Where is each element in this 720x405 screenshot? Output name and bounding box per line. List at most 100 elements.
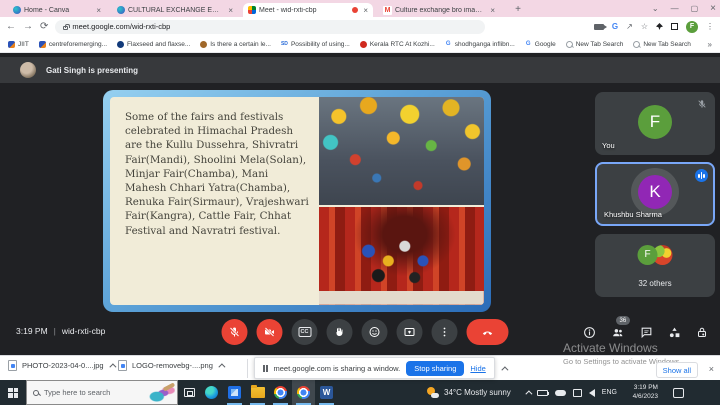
bookmark-new-tab-search-2[interactable]: New Tab Search: [633, 41, 691, 48]
taskbar-word[interactable]: W: [315, 380, 338, 405]
tab-cultural-exchange[interactable]: CULTURAL EXCHANGE EBSB APR ×: [112, 3, 238, 17]
volume-icon[interactable]: [589, 389, 595, 397]
taskbar-edge[interactable]: [200, 380, 223, 405]
tray-expand-icon[interactable]: [525, 390, 532, 397]
file-icon: [118, 360, 127, 371]
url-bar[interactable]: meet.google.com/wid-rxti-cbp: [55, 20, 485, 34]
taskbar-chrome-2[interactable]: [292, 380, 315, 405]
bookmark-star-icon[interactable]: ☆: [641, 22, 648, 31]
bookmark-possibility[interactable]: SDPossibility of using...: [281, 41, 350, 48]
network-icon[interactable]: [573, 389, 582, 397]
tab-title: Culture exchange bro images - :: [395, 7, 485, 14]
bookmarks-overflow-icon[interactable]: »: [708, 40, 712, 49]
speaking-indicator-icon: [695, 169, 708, 182]
masked-dancers-photo: [319, 207, 484, 305]
meeting-info: 3:19 PM | wid-rxti-cbp: [16, 326, 105, 336]
bookmark-label: centreforemerging...: [49, 41, 107, 48]
avatar: K: [638, 175, 672, 209]
pause-icon[interactable]: [263, 365, 268, 372]
google-icon[interactable]: G: [612, 22, 618, 31]
language-indicator[interactable]: ENG: [602, 389, 617, 396]
captions-button[interactable]: CC: [292, 319, 318, 345]
avatar: F: [638, 245, 658, 265]
separator: |: [54, 326, 56, 336]
participant-name: You: [602, 141, 615, 150]
stop-sharing-button[interactable]: Stop sharing: [406, 361, 464, 376]
menu-dots-icon[interactable]: ⋮: [706, 22, 714, 31]
participant-tile-you[interactable]: F You: [595, 92, 715, 155]
task-view-button[interactable]: [178, 388, 200, 397]
taskbar-chrome-1[interactable]: [269, 380, 292, 405]
meeting-time: 3:19 PM: [16, 326, 48, 336]
download-item-logo[interactable]: LOGO-removebg-....png: [118, 360, 223, 371]
chat-button[interactable]: [640, 326, 653, 339]
tab-gmail-images[interactable]: M Culture exchange bro images - : ×: [378, 3, 500, 17]
chevron-up-icon[interactable]: [218, 363, 225, 370]
host-controls-button[interactable]: [696, 326, 708, 339]
show-all-downloads-button[interactable]: Show all: [656, 362, 698, 378]
new-tab-button[interactable]: +: [512, 4, 524, 16]
raise-hand-button[interactable]: [327, 319, 353, 345]
tab-close-icon[interactable]: ×: [361, 6, 368, 15]
search-placeholder: Type here to search: [44, 388, 110, 397]
tab-group-icon[interactable]: [671, 23, 678, 30]
close-button[interactable]: ×: [710, 3, 716, 14]
start-button[interactable]: [0, 380, 26, 405]
tab-close-icon[interactable]: ×: [226, 6, 233, 15]
bookmark-kerala-rtc[interactable]: Kerala RTC At Kozhi...: [360, 41, 435, 48]
activities-button[interactable]: [668, 326, 681, 339]
chrome-icon: [274, 386, 287, 399]
bookmark-is-there[interactable]: Is there a certain le...: [200, 41, 271, 48]
maximize-button[interactable]: ▢: [691, 4, 699, 13]
bookmark-shodhganga[interactable]: Gshodhganga inflibn...: [445, 41, 515, 48]
windows-taskbar: Type here to search W 34°C Mostly sunny …: [0, 380, 720, 405]
camera-off-button[interactable]: [257, 319, 283, 345]
bookmark-jiit[interactable]: JIIT: [8, 41, 29, 48]
edge-icon: [205, 386, 218, 399]
file-icon: [8, 360, 17, 371]
tab-canva-home[interactable]: Home - Canva ×: [8, 3, 106, 17]
tab-search-chevron-icon[interactable]: ⌄: [652, 4, 659, 13]
bookmark-favicon: G: [525, 41, 532, 48]
forward-icon[interactable]: →: [23, 21, 33, 32]
profile-avatar[interactable]: F: [686, 21, 698, 33]
hide-link[interactable]: Hide: [470, 364, 485, 373]
bookmark-new-tab-search-1[interactable]: New Tab Search: [566, 41, 624, 48]
bookmark-label: New Tab Search: [576, 41, 624, 48]
reactions-button[interactable]: [362, 319, 388, 345]
bookmark-google[interactable]: GGoogle: [525, 41, 556, 48]
end-call-button[interactable]: [467, 319, 509, 345]
bookmark-favicon: [39, 41, 46, 48]
tab-meet-active[interactable]: Meet - wid-rxti-cbp ×: [243, 3, 373, 17]
participant-tile-others[interactable]: F 32 others: [595, 234, 715, 297]
extension-pin-icon[interactable]: [656, 23, 663, 30]
battery-icon[interactable]: [537, 390, 548, 396]
meeting-details-button[interactable]: [583, 326, 596, 339]
taskbar-clock[interactable]: 3:19 PM 4/6/2023: [624, 384, 658, 402]
chevron-up-icon[interactable]: [501, 366, 508, 373]
present-screen-button[interactable]: [397, 319, 423, 345]
back-icon[interactable]: ←: [6, 21, 16, 32]
bookmark-flaxseed[interactable]: Flaxseed and flaxse...: [117, 41, 190, 48]
download-item-photo[interactable]: PHOTO-2023-04-0....jpg: [8, 360, 114, 371]
share-icon[interactable]: ↗: [626, 22, 633, 31]
taskbar-photos[interactable]: [223, 380, 246, 405]
tab-close-icon[interactable]: ×: [94, 6, 101, 15]
reload-icon[interactable]: ⟳: [40, 21, 48, 32]
camera-permission-icon[interactable]: [594, 24, 604, 30]
bookmark-centreforemerging[interactable]: centreforemerging...: [39, 41, 107, 48]
more-options-button[interactable]: [432, 319, 458, 345]
minimize-button[interactable]: —: [671, 4, 679, 13]
onedrive-icon[interactable]: [555, 390, 566, 396]
bookmark-favicon: SD: [281, 41, 288, 48]
participant-tile-khushbu[interactable]: K Khushbu Sharma: [595, 162, 715, 226]
taskbar-weather[interactable]: 34°C Mostly sunny: [426, 386, 511, 399]
taskbar-search[interactable]: Type here to search: [26, 380, 178, 405]
close-downloads-icon[interactable]: ×: [709, 364, 714, 374]
mic-mute-button[interactable]: [222, 319, 248, 345]
taskbar-file-explorer[interactable]: [246, 380, 269, 405]
people-button[interactable]: 36: [611, 326, 625, 339]
action-center-icon[interactable]: [673, 388, 684, 398]
chevron-up-icon[interactable]: [109, 363, 116, 370]
tab-close-icon[interactable]: ×: [488, 6, 495, 15]
